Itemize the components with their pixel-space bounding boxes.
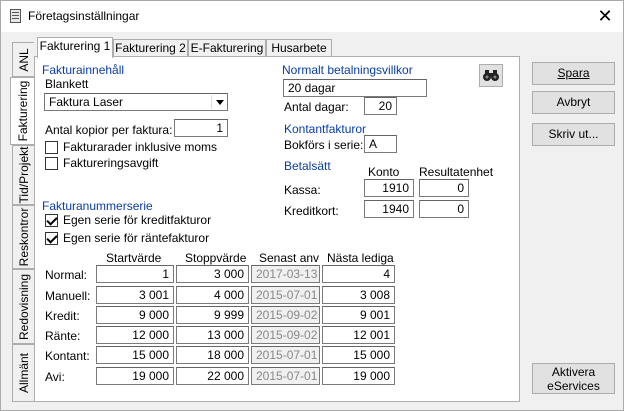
startvarde-header: Startvärde — [106, 251, 162, 265]
side-tab-fakturering[interactable]: Fakturering — [10, 77, 35, 145]
serie-row-label: Avi: — [45, 370, 65, 384]
blankett-select[interactable]: Faktura Laser — [44, 93, 228, 111]
side-tab-anl[interactable]: ANL — [12, 42, 34, 77]
startvarde-input[interactable]: 19 000 — [96, 367, 174, 385]
serie-row-label: Kontant: — [45, 349, 90, 363]
kreditkort-res-input[interactable]: 0 — [419, 200, 469, 218]
tab-husarbete[interactable]: Husarbete — [266, 39, 332, 57]
fakturainnehall-heading: Fakturainnehåll — [42, 63, 125, 77]
side-tab-allmant[interactable]: Allmänt — [12, 344, 34, 402]
stoppvarde-header: Stoppvärde — [185, 251, 247, 265]
nasta-lediga-input[interactable]: 9 001 — [322, 306, 395, 324]
kopior-input[interactable]: 1 — [174, 119, 228, 137]
senast-anv-field: 2017-03-13 — [251, 265, 320, 283]
kreditserie-checkbox[interactable] — [45, 214, 58, 227]
nasta-header: Nästa lediga — [327, 251, 394, 265]
activate-label-1: Aktivera — [551, 365, 596, 379]
side-tab-reskontror[interactable]: Reskontror — [12, 205, 34, 269]
serie-row-label: Manuell: — [45, 289, 91, 303]
kopior-label: Antal kopior per faktura: — [45, 123, 173, 137]
startvarde-input[interactable]: 15 000 — [96, 346, 174, 364]
villkor-heading: Normalt betalningsvillkor — [282, 63, 413, 77]
villkor-input[interactable]: 20 dagar — [283, 79, 427, 97]
activate-label-2: eServices — [547, 379, 600, 393]
nasta-lediga-input[interactable]: 3 008 — [322, 286, 395, 304]
senast-anv-field: 2015-07-01 — [251, 346, 320, 364]
serie-row-label: Kredit: — [45, 309, 80, 323]
nasta-lediga-input[interactable]: 15 000 — [322, 346, 395, 364]
cancel-button[interactable]: Avbryt — [532, 91, 615, 114]
activate-eservices-button[interactable]: Aktivera eServices — [532, 363, 615, 394]
inkl-moms-checkbox[interactable] — [45, 141, 58, 154]
bokfors-input[interactable]: A — [364, 135, 397, 153]
print-button-label: Skriv ut... — [548, 127, 599, 141]
binoculars-icon[interactable] — [479, 64, 503, 87]
close-icon[interactable]: ✕ — [595, 6, 615, 26]
tab-fakturering-2[interactable]: Fakturering 2 — [113, 39, 188, 57]
nasta-lediga-input[interactable]: 12 001 — [322, 326, 395, 344]
side-tab-label: ANL — [16, 47, 31, 72]
resultatenhet-header: Resultatenhet — [419, 165, 494, 179]
save-button-label: Spara — [557, 66, 590, 80]
side-tab-label: Redovisning — [16, 273, 31, 340]
dagar-label: Antal dagar: — [284, 100, 349, 114]
serie-row-label: Ränte: — [45, 329, 81, 343]
side-tab-tidprojekt[interactable]: Tid/Projekt — [12, 145, 34, 205]
nasta-lediga-input[interactable]: 19 000 — [322, 367, 395, 385]
startvarde-input[interactable]: 9 000 — [96, 306, 174, 324]
stoppvarde-input[interactable]: 3 000 — [176, 265, 249, 283]
senast-header: Senast anv — [259, 251, 320, 265]
ranteserie-label: Egen serie för räntefakturor — [63, 231, 210, 245]
app-icon — [10, 9, 21, 23]
dagar-input[interactable]: 20 — [364, 97, 397, 115]
save-button[interactable]: Spara — [532, 62, 615, 85]
startvarde-input[interactable]: 3 001 — [96, 286, 174, 304]
senast-anv-field: 2015-09-02 — [251, 306, 320, 324]
nasta-lediga-input[interactable]: 4 — [322, 265, 395, 283]
konto-header: Konto — [368, 165, 400, 179]
tab-fakturering-1[interactable]: Fakturering 1 — [37, 37, 113, 58]
side-tab-label: Fakturering — [16, 80, 30, 142]
kassa-label: Kassa: — [284, 183, 321, 197]
title-bar: Företagsinställningar ✕ — [1, 1, 623, 32]
inkl-moms-label: Fakturarader inklusive moms — [63, 140, 218, 154]
kreditserie-label: Egen serie för kreditfakturor — [63, 213, 212, 227]
kassa-res-input[interactable]: 0 — [419, 179, 469, 197]
stoppvarde-input[interactable]: 18 000 — [176, 346, 249, 364]
binoculars-svg — [483, 70, 499, 81]
senast-anv-field: 2015-07-01 — [251, 286, 320, 304]
blankett-value: Faktura Laser — [49, 95, 124, 109]
chevron-down-icon — [211, 95, 226, 109]
kreditkort-label: Kreditkort: — [284, 204, 339, 218]
ranteserie-checkbox[interactable] — [45, 232, 58, 245]
serie-heading: Fakturanummerserie — [42, 199, 153, 213]
stoppvarde-input[interactable]: 13 000 — [176, 326, 249, 344]
kreditkort-konto-input[interactable]: 1940 — [364, 200, 414, 218]
side-tab-redovisning[interactable]: Redovisning — [12, 269, 34, 344]
print-button[interactable]: Skriv ut... — [532, 123, 615, 146]
window-title: Företagsinställningar — [28, 9, 140, 23]
cancel-button-label: Avbryt — [556, 95, 591, 109]
kontant-heading: Kontantfakturor — [284, 122, 367, 136]
kassa-konto-input[interactable]: 1910 — [364, 179, 414, 197]
betalsatt-heading: Betalsätt — [284, 159, 331, 173]
dialog-window: Företagsinställningar ✕ ANL Fakturering … — [0, 0, 624, 411]
avgift-label: Faktureringsavgift — [63, 156, 159, 170]
stoppvarde-input[interactable]: 9 999 — [176, 306, 249, 324]
avgift-checkbox[interactable] — [45, 157, 58, 170]
stoppvarde-input[interactable]: 22 000 — [176, 367, 249, 385]
startvarde-input[interactable]: 12 000 — [96, 326, 174, 344]
blankett-label: Blankett — [45, 77, 89, 91]
serie-row-label: Normal: — [45, 268, 88, 282]
tab-e-fakturering[interactable]: E-Fakturering — [188, 39, 266, 57]
side-tab-label: Allmänt — [16, 352, 31, 394]
stoppvarde-input[interactable]: 4 000 — [176, 286, 249, 304]
side-tab-label: Tid/Projekt — [16, 146, 31, 204]
senast-anv-field: 2015-07-01 — [251, 367, 320, 385]
senast-anv-field: 2015-09-02 — [251, 326, 320, 344]
side-tab-label: Reskontror — [16, 207, 31, 267]
startvarde-input[interactable]: 1 — [96, 265, 174, 283]
bokfors-label: Bokförs i serie: — [284, 138, 364, 152]
